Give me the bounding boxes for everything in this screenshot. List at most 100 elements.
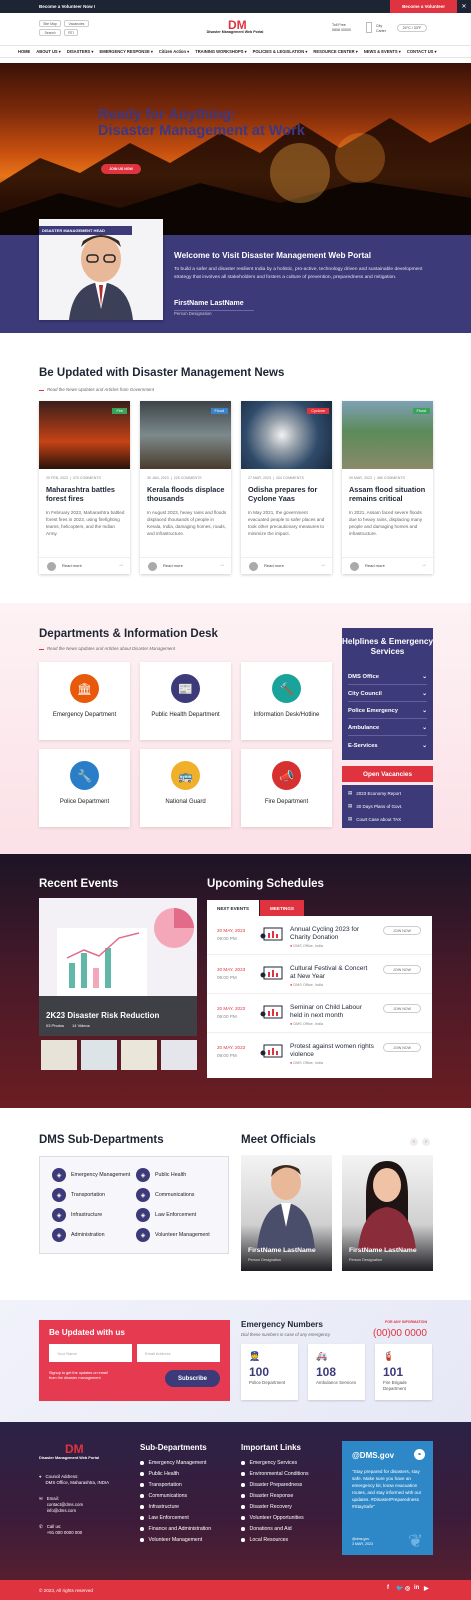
emergency-card-ambulance[interactable]: 🚑 108 Ambulance Services <box>308 1344 365 1400</box>
read-more-link[interactable]: Read more <box>163 563 183 568</box>
arrow-right-icon[interactable]: → <box>219 562 225 568</box>
footer-link[interactable]: Environmental Conditions <box>241 1471 309 1477</box>
search-button[interactable]: Search <box>39 29 61 36</box>
email-value[interactable]: info@dms.com <box>47 1508 83 1514</box>
news-card[interactable]: Flood 09 MAR, 2023 | 480 COMMENTS Assam … <box>342 401 433 574</box>
news-card[interactable]: Fire 20 FEB, 2023 | 470 COMMENTS Maharas… <box>39 401 130 574</box>
call-value[interactable]: +91 000 0000 000 <box>47 1530 83 1536</box>
footer-link[interactable]: Communications <box>140 1493 188 1499</box>
news-title[interactable]: Kerala floods displace thousands <box>147 485 227 503</box>
site-map-button[interactable]: Site Map <box>39 20 61 27</box>
dept-card-national-guard[interactable]: 🚌 National Guard <box>140 749 231 827</box>
schedule-item[interactable]: 20 MAY, 2023 09:00 PM Protest against wom… <box>207 1033 432 1072</box>
footer-link[interactable]: Infrastructure <box>140 1504 180 1510</box>
emergency-card-police[interactable]: 👮 100 Police Department <box>241 1344 298 1400</box>
subdept-item[interactable]: ◈ Emergency Management <box>52 1168 130 1182</box>
chevron-right-icon[interactable]: › <box>422 1138 430 1146</box>
facebook-icon[interactable]: f <box>387 1585 389 1591</box>
footer-link[interactable]: Finance and Administration <box>140 1526 212 1532</box>
footer-link[interactable]: Disaster Response <box>241 1493 294 1499</box>
chevron-left-icon[interactable]: ‹ <box>410 1138 418 1146</box>
helpline-dms-office[interactable]: DMS Office ⌄ <box>348 670 427 685</box>
dept-card-fire[interactable]: 📣 Fire Department <box>241 749 332 827</box>
footer-link[interactable]: Volunteer Management <box>140 1537 203 1543</box>
youtube-icon[interactable]: ▶ <box>424 1585 429 1592</box>
footer-logo[interactable]: DM <box>65 1442 84 1456</box>
subscribe-button[interactable]: Subscribe <box>165 1370 220 1387</box>
nav-contact[interactable]: CONTACT US ▾ <box>407 49 437 54</box>
footer-link[interactable]: Disaster Preparedness <box>241 1482 303 1488</box>
link-icon[interactable]: ⚭ <box>414 1449 425 1460</box>
subdept-item[interactable]: ◈ Public Health <box>136 1168 186 1182</box>
join-now-button[interactable]: JOIN NOW <box>383 965 421 974</box>
helpline-ambulance[interactable]: Ambulance ⌄ <box>348 721 427 736</box>
vacancies-button[interactable]: Vacancies <box>64 20 89 27</box>
event-thumbnail[interactable] <box>121 1040 157 1070</box>
footer-link[interactable]: Emergency Management <box>140 1460 207 1466</box>
join-now-button[interactable]: JOIN NOW <box>383 1004 421 1013</box>
join-us-button[interactable]: JOIN US NOW <box>101 164 141 174</box>
read-more-link[interactable]: Read more <box>62 563 82 568</box>
helpline-city-council[interactable]: City Council ⌄ <box>348 687 427 702</box>
subdept-item[interactable]: ◈ Administration <box>52 1228 105 1242</box>
become-volunteer-button[interactable]: Become a Volunteer <box>390 0 457 13</box>
nav-emergency-response[interactable]: EMERGENCY RESPONSE ▾ <box>99 49 152 54</box>
nav-citizen-action[interactable]: Citizen Action ▾ <box>159 49 189 54</box>
arrow-right-icon[interactable]: → <box>421 562 427 568</box>
dept-card-police[interactable]: 🔧 Police Department <box>39 749 130 827</box>
event-thumbnail[interactable] <box>81 1040 117 1070</box>
news-title[interactable]: Odisha prepares for Cyclone Yaas <box>248 485 328 503</box>
emergency-card-fire[interactable]: 🧯 101 Fire Brigade Department <box>375 1344 432 1400</box>
nav-resource[interactable]: RESOURCE CENTER ▾ <box>313 49 357 54</box>
footer-link[interactable]: Donations and Aid <box>241 1526 292 1532</box>
open-vacancies-button[interactable]: Open Vacancies <box>342 766 433 782</box>
join-now-button[interactable]: JOIN NOW <box>383 926 421 935</box>
dept-card-public-health[interactable]: 📰 Public Health Department <box>140 662 231 740</box>
footer-link[interactable]: Emergency Services <box>241 1460 298 1466</box>
twitter-handle[interactable]: @DMS.gov <box>352 1451 394 1460</box>
nav-training[interactable]: TRAINING WORKSHOPS ▾ <box>195 49 246 54</box>
dept-card-emergency[interactable]: 🏛 Emergency Department <box>39 662 130 740</box>
nav-policies[interactable]: POLICIES & LEGISLATION ▾ <box>253 49 308 54</box>
name-input[interactable]: Your Name <box>49 1344 132 1362</box>
arrow-right-icon[interactable]: → <box>320 562 326 568</box>
subdept-item[interactable]: ◈ Infrastructure <box>52 1208 102 1222</box>
helpline-police[interactable]: Police Emergency ⌄ <box>348 704 427 719</box>
footer-link[interactable]: Law Enforcement <box>140 1515 189 1521</box>
official-card[interactable]: FirstName LastName Person Designation <box>342 1155 433 1271</box>
schedule-title[interactable]: Seminar on Child Labour held in next mon… <box>290 1004 374 1020</box>
schedule-title[interactable]: Annual Cycling 2023 for Charity Donation <box>290 926 374 942</box>
schedule-title[interactable]: Protest against women rights violence <box>290 1043 374 1059</box>
recent-event-card[interactable]: 2K23 Disaster Risk Reduction 03 Photos 14… <box>39 898 197 1036</box>
helpline-e-services[interactable]: E-Services ⌄ <box>348 738 427 753</box>
tab-meetings[interactable]: MEETINGS <box>260 900 304 916</box>
news-title[interactable]: Maharashtra battles forest fires <box>46 485 126 503</box>
official-card[interactable]: FirstName LastName Person Designation <box>241 1155 332 1271</box>
linkedin-icon[interactable]: in <box>414 1585 419 1591</box>
schedule-title[interactable]: Cultural Festival & Concert at New Year <box>290 965 374 981</box>
vacancy-item[interactable]: ▤ Court Case about TAX <box>348 816 427 822</box>
schedule-item[interactable]: 20 MAY, 2023 09:00 PM Annual Cycling 2023… <box>207 916 432 955</box>
schedule-item[interactable]: 20 MAY, 2023 09:00 PM Seminar on Child La… <box>207 994 432 1033</box>
event-thumbnail[interactable] <box>161 1040 197 1070</box>
nav-home[interactable]: HOME <box>18 49 30 54</box>
news-card[interactable]: Flood 30 JAN, 2023 | 225 COMMENTS Kerala… <box>140 401 231 574</box>
schedule-item[interactable]: 20 MAY, 2023 09:00 PM Cultural Festival &… <box>207 955 432 994</box>
twitter-icon[interactable]: 🐦 <box>396 1585 403 1592</box>
footer-link[interactable]: Local Resources <box>241 1537 289 1543</box>
footer-link[interactable]: Public Health <box>140 1471 180 1477</box>
subdept-item[interactable]: ◈ Transportation <box>52 1188 105 1202</box>
news-title[interactable]: Assam flood situation remains critical <box>349 485 429 503</box>
email-input[interactable]: Email Address <box>137 1344 220 1362</box>
vacancy-item[interactable]: ▤ 2023 Economy Report <box>348 790 427 796</box>
footer-link[interactable]: Transportation <box>140 1482 182 1488</box>
close-icon[interactable]: ✕ <box>457 0 471 13</box>
vacancy-item[interactable]: ▤ 30 Days Plans of Govt. <box>348 803 427 809</box>
dept-card-info-desk[interactable]: 🔨 Information Desk/Hotline <box>241 662 332 740</box>
footer-link[interactable]: Disaster Recovery <box>241 1504 292 1510</box>
tab-next-events[interactable]: NEXT EVENTS <box>207 900 259 916</box>
event-thumbnail[interactable] <box>41 1040 77 1070</box>
join-now-button[interactable]: JOIN NOW <box>383 1043 421 1052</box>
rti-button[interactable]: RTI <box>64 29 78 36</box>
arrow-right-icon[interactable]: → <box>118 562 124 568</box>
